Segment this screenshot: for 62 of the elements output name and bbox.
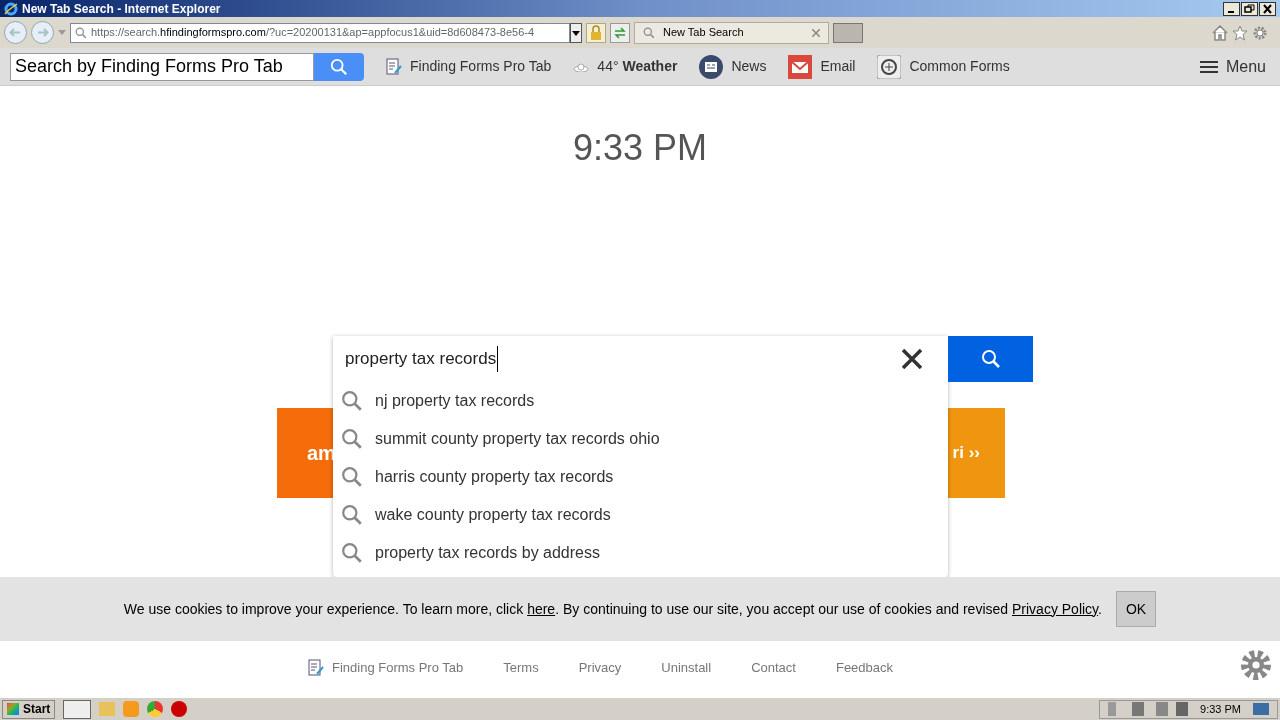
caret-icon[interactable] [58, 30, 66, 35]
menu-icon [1199, 59, 1218, 74]
clock: 9:33 PM [572, 127, 708, 168]
window-title: New Tab Search - Internet Explorer [22, 0, 222, 18]
refresh-icon[interactable] [610, 22, 630, 43]
footer-link[interactable]: Privacy [578, 658, 622, 678]
home-icon[interactable] [1212, 24, 1228, 41]
browser-tab[interactable]: New Tab Search [634, 21, 829, 44]
search-icon [75, 26, 87, 39]
here-link[interactable]: here [527, 600, 556, 617]
search-icon [341, 504, 363, 526]
cookie-message: We use cookies to improve your experience. To learn more, click here. By continuing to use our site, you accept our use of cookies and revised Privacy Policy. [123, 599, 1102, 619]
search-icon [341, 428, 363, 450]
search-button[interactable] [314, 52, 364, 81]
settings-icon[interactable] [1252, 24, 1268, 41]
start-button[interactable]: Start [2, 699, 56, 719]
search-icon [330, 57, 348, 76]
search-icon [341, 390, 363, 412]
document-pen-icon [386, 57, 402, 76]
address-field[interactable]: https://search.hfindingformspro.com/?uc=20200131&ap=appfocus1&uid=8d608473-8e56-4 [70, 22, 570, 43]
new-tab-button[interactable] [833, 22, 863, 43]
footer-link[interactable]: Finding Forms Pro Tab [308, 658, 464, 678]
suggestion-item[interactable]: property tax records by address [333, 534, 948, 572]
footer-link[interactable]: Feedback [835, 658, 894, 678]
toolbar-link[interactable]: 44° Weather [573, 56, 678, 77]
back-button[interactable] [4, 21, 27, 44]
toolbar-link[interactable]: News [699, 54, 767, 79]
clear-icon[interactable] [902, 349, 922, 369]
restore-icon[interactable] [1241, 1, 1258, 16]
newspaper-icon [699, 54, 724, 79]
toolbar-link[interactable]: Finding Forms Pro Tab [386, 56, 552, 77]
minimize-icon[interactable] [1223, 1, 1240, 16]
footer-link[interactable]: Terms [503, 658, 539, 678]
stop-icon[interactable] [171, 701, 188, 717]
settings-icon[interactable] [1240, 649, 1272, 681]
document-pen-icon [308, 658, 324, 677]
cloud-icon [573, 61, 590, 72]
toolbar-link[interactable]: Email [788, 54, 856, 79]
footer-link[interactable]: Contact [751, 658, 796, 678]
search-field[interactable]: Search by Finding Forms Pro Tab [10, 52, 314, 81]
search-icon [643, 26, 655, 39]
search-icon [341, 466, 363, 488]
browser-logo-icon [4, 1, 18, 16]
close-icon[interactable] [1259, 1, 1276, 16]
search-icon [980, 349, 1001, 369]
footer-link[interactable]: Uninstall [661, 658, 712, 678]
menu-button[interactable]: Menu [1199, 54, 1266, 79]
windows-logo-icon [7, 703, 19, 715]
search-input-value[interactable]: property tax records [345, 346, 499, 372]
dropdown-button[interactable] [570, 22, 582, 43]
search-button[interactable] [948, 336, 1033, 382]
privacy-policy-link[interactable]: Privacy Policy [1012, 600, 1099, 617]
suggestion-item[interactable]: wake county property tax records [333, 496, 948, 534]
forward-button[interactable] [31, 21, 54, 44]
toolbar-link[interactable]: Common Forms [877, 54, 1010, 79]
envelope-icon [788, 54, 813, 79]
clock: 9:33 PM [1200, 701, 1241, 717]
ok-button[interactable]: OK [1115, 591, 1157, 627]
browser-task-icon[interactable] [63, 699, 92, 719]
star-icon[interactable] [1232, 24, 1248, 41]
chrome-icon[interactable] [147, 701, 164, 717]
search-icon [341, 542, 363, 564]
